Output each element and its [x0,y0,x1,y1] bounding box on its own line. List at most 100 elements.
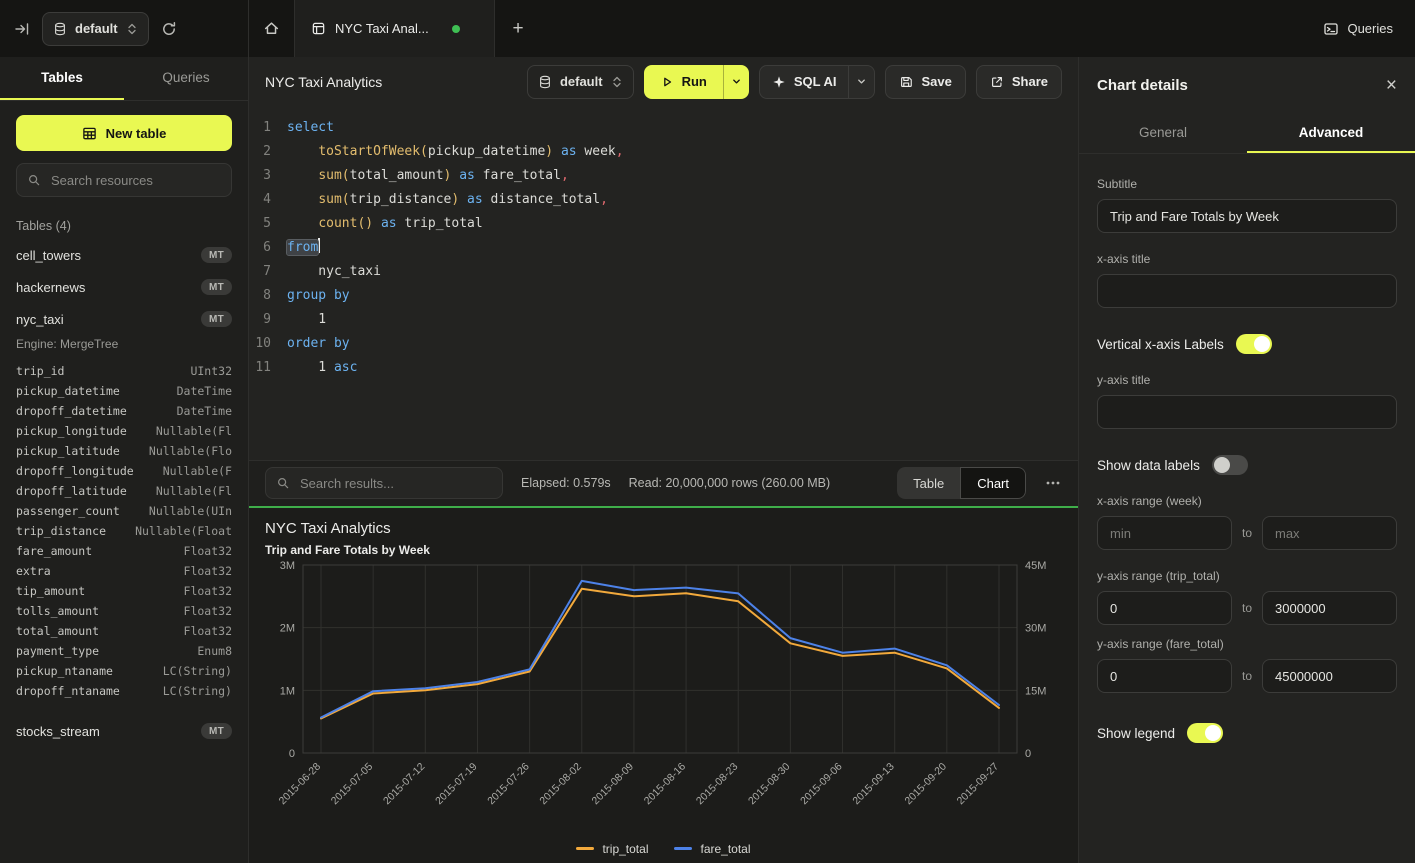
more-options-icon[interactable] [1044,474,1062,492]
yaxis-range-fare-max-input[interactable] [1262,659,1397,693]
yaxis-title-input[interactable] [1097,395,1397,429]
save-icon [899,75,913,89]
tab-advanced[interactable]: Advanced [1247,113,1415,153]
save-button[interactable]: Save [885,65,965,99]
editor-line: 1select [249,116,1078,140]
column-type: Float32 [184,561,232,581]
query-database-selector[interactable]: default [527,65,634,99]
queries-button[interactable]: Queries [1323,0,1415,57]
query-database-value: default [560,74,603,89]
chart-view-button[interactable]: Chart [960,467,1026,499]
column-row[interactable]: pickup_datetimeDateTime [16,381,232,401]
subtitle-input[interactable] [1097,199,1397,233]
column-row[interactable]: passenger_countNullable(UIn [16,501,232,521]
tab-general[interactable]: General [1079,113,1247,153]
svg-text:2015-07-26: 2015-07-26 [485,760,532,807]
chart-title: NYC Taxi Analytics [265,520,1062,537]
column-name: pickup_longitude [16,421,127,441]
yaxis-range-trip-max-input[interactable] [1262,591,1397,625]
column-row[interactable]: tolls_amountFloat32 [16,601,232,621]
column-row[interactable]: trip_distanceNullable(Float [16,521,232,541]
line-number: 4 [249,188,287,212]
text-cursor [318,238,320,253]
new-table-label: New table [106,126,167,141]
run-button[interactable]: Run [644,65,723,99]
range-to-label: to [1242,669,1252,683]
tab-label: NYC Taxi Anal... [335,21,429,36]
legend-item-fare_total[interactable]: fare_total [674,842,750,856]
column-row[interactable]: payment_typeEnum8 [16,641,232,661]
range-to-label: to [1242,601,1252,615]
column-row[interactable]: dropoff_longitudeNullable(F [16,461,232,481]
column-row[interactable]: dropoff_datetimeDateTime [16,401,232,421]
database-selector[interactable]: default [42,12,149,46]
xaxis-title-input[interactable] [1097,274,1397,308]
column-row[interactable]: trip_idUInt32 [16,361,232,381]
show-data-labels-row: Show data labels [1097,455,1397,475]
table-row-stocks_stream[interactable]: stocks_streamMT [0,715,248,747]
svg-text:15M: 15M [1025,685,1046,697]
editor-line: 7 nyc_taxi [249,260,1078,284]
svg-text:2015-09-20: 2015-09-20 [902,760,949,807]
column-name: fare_amount [16,541,92,561]
show-data-labels-toggle[interactable] [1212,455,1248,475]
table-row-cell_towers[interactable]: cell_towersMT [0,239,248,271]
xaxis-range-min-input[interactable] [1097,516,1232,550]
run-label: Run [682,74,707,89]
tab-nyc-taxi-analytics[interactable]: NYC Taxi Anal... [295,0,495,57]
column-type: Nullable(Flo [149,441,232,461]
column-row[interactable]: fare_amountFloat32 [16,541,232,561]
table-view-button[interactable]: Table [897,467,960,499]
xaxis-range-row: to [1097,516,1397,550]
sidebar: Tables Queries New table Tables (4) cell… [0,57,249,863]
table-row-nyc_taxi[interactable]: nyc_taxiMT [0,303,248,335]
show-legend-label: Show legend [1097,726,1175,741]
sql-ai-button[interactable]: SQL AI [760,66,849,98]
sql-editor[interactable]: 1select2 toStartOfWeek(pickup_datetime) … [249,106,1078,460]
sidebar-tab-tables[interactable]: Tables [0,57,124,100]
vertical-xaxis-labels-toggle[interactable] [1236,334,1272,354]
yaxis-range-trip-min-input[interactable] [1097,591,1232,625]
column-row[interactable]: pickup_ntanameLC(String) [16,661,232,681]
column-row[interactable]: dropoff_ntanameLC(String) [16,681,232,701]
run-options-caret[interactable] [723,65,749,99]
results-search-input[interactable] [298,475,492,492]
chart-legend: trip_total fare_total [265,842,1062,856]
chart-panel: NYC Taxi Analytics Trip and Fare Totals … [249,506,1078,863]
xaxis-range-max-input[interactable] [1262,516,1397,550]
collapse-sidebar-icon[interactable] [14,21,30,37]
yaxis-range-fare-min-input[interactable] [1097,659,1232,693]
legend-swatch [674,847,692,850]
column-row[interactable]: total_amountFloat32 [16,621,232,641]
sql-ai-caret[interactable] [848,66,874,98]
close-icon[interactable]: × [1386,76,1397,95]
new-table-button[interactable]: New table [16,115,232,151]
database-icon [538,75,552,89]
column-row[interactable]: dropoff_latitudeNullable(Fl [16,481,232,501]
new-tab-button[interactable]: + [495,0,541,57]
sidebar-search-input[interactable] [49,172,229,189]
sidebar-tab-queries[interactable]: Queries [124,57,248,100]
home-tab-button[interactable] [249,0,295,57]
code-text: from [287,236,320,260]
refresh-icon[interactable] [161,21,177,37]
table-row-hackernews[interactable]: hackernewsMT [0,271,248,303]
column-row[interactable]: pickup_longitudeNullable(Fl [16,421,232,441]
legend-item-trip_total[interactable]: trip_total [576,842,648,856]
column-type: Nullable(F [163,461,232,481]
topbar-left: default [0,0,249,57]
chart-details-header: Chart details × [1079,57,1415,113]
svg-text:0: 0 [289,748,295,760]
column-name: dropoff_ntaname [16,681,120,701]
svg-text:45M: 45M [1025,560,1046,572]
column-type: Nullable(Float [135,521,232,541]
svg-text:3M: 3M [280,560,295,572]
column-row[interactable]: pickup_latitudeNullable(Flo [16,441,232,461]
line-number: 1 [249,116,287,140]
sidebar-table-list: Tables (4) cell_towersMThackernewsMTnyc_… [0,211,248,863]
show-legend-toggle[interactable] [1187,723,1223,743]
column-row[interactable]: tip_amountFloat32 [16,581,232,601]
query-doc-icon [311,21,326,36]
column-row[interactable]: extraFloat32 [16,561,232,581]
share-button[interactable]: Share [976,65,1062,99]
